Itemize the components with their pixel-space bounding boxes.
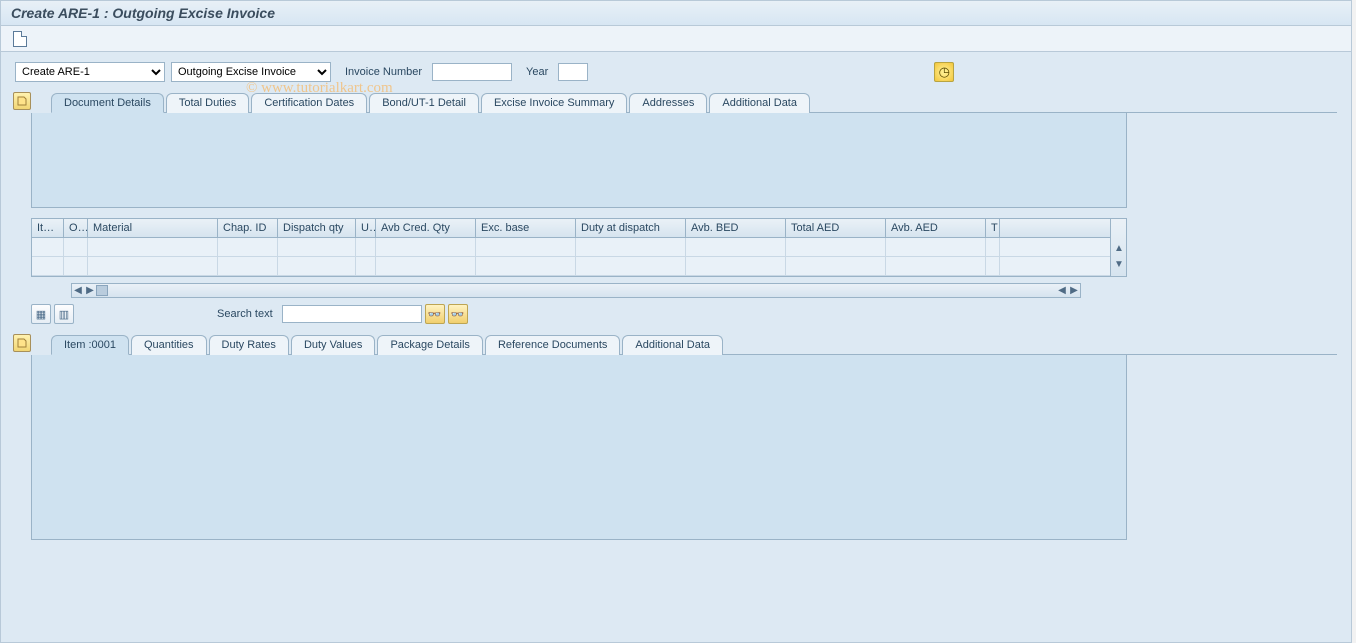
tab-addresses[interactable]: Addresses: [629, 93, 707, 113]
create-mode-select[interactable]: Create ARE-1: [15, 62, 165, 82]
new-document-icon[interactable]: [13, 31, 27, 47]
grid-toolbar: ▦ ▥ Search text 👓 👓: [31, 304, 1337, 324]
tab-duty-rates[interactable]: Duty Rates: [209, 335, 289, 355]
year-label: Year: [526, 66, 548, 78]
find-icon[interactable]: 👓: [425, 304, 445, 324]
search-input[interactable]: [282, 305, 422, 323]
tab-total-duties[interactable]: Total Duties: [166, 93, 249, 113]
scroll-up-icon[interactable]: ▲: [1114, 243, 1124, 254]
year-input[interactable]: [558, 63, 588, 81]
col-item[interactable]: Item: [32, 219, 64, 237]
col-chap-id[interactable]: Chap. ID: [218, 219, 278, 237]
items-grid[interactable]: Item OK Material Chap. ID Dispatch qty U…: [31, 218, 1127, 277]
item-tabstrip: Item :0001 Quantities Duty Rates Duty Va…: [51, 334, 1337, 355]
table-row[interactable]: [32, 257, 1126, 276]
tab-bond-ut1-detail[interactable]: Bond/UT-1 Detail: [369, 93, 479, 113]
grid-hscroll[interactable]: ◀ ▶ ◀ ▶: [71, 283, 1081, 298]
tab-reference-documents[interactable]: Reference Documents: [485, 335, 620, 355]
scroll-thumb[interactable]: [96, 285, 108, 296]
scroll-right-icon[interactable]: ▶: [1068, 285, 1080, 296]
tab-item-additional-data[interactable]: Additional Data: [622, 335, 723, 355]
find-next-icon[interactable]: 👓: [448, 304, 468, 324]
col-ok[interactable]: OK: [64, 219, 88, 237]
invoice-number-label: Invoice Number: [345, 66, 422, 78]
collapse-item-icon[interactable]: [13, 334, 31, 352]
grid-header: Item OK Material Chap. ID Dispatch qty U…: [32, 219, 1126, 238]
tab-excise-invoice-summary[interactable]: Excise Invoice Summary: [481, 93, 627, 113]
scroll-down-icon[interactable]: ▼: [1114, 259, 1124, 270]
page-title: Create ARE-1 : Outgoing Excise Invoice: [1, 1, 1351, 26]
col-avb-aed[interactable]: Avb. AED: [886, 219, 986, 237]
search-label: Search text: [217, 308, 273, 320]
col-avb-cred-qty[interactable]: Avb Cred. Qty: [376, 219, 476, 237]
tab-item-0001[interactable]: Item :0001: [51, 335, 129, 355]
invoice-number-input[interactable]: [432, 63, 512, 81]
tab-certification-dates[interactable]: Certification Dates: [251, 93, 367, 113]
select-all-icon[interactable]: ▦: [31, 304, 51, 324]
scroll-right-inner-icon[interactable]: ▶: [84, 285, 96, 296]
col-t[interactable]: T: [986, 219, 1000, 237]
execute-icon[interactable]: [934, 62, 954, 82]
filter-row: Create ARE-1 Outgoing Excise Invoice Inv…: [15, 62, 1337, 82]
tab-duty-values[interactable]: Duty Values: [291, 335, 376, 355]
tab-quantities[interactable]: Quantities: [131, 335, 207, 355]
col-exc-base[interactable]: Exc. base: [476, 219, 576, 237]
grid-vscroll[interactable]: ▲ ▼: [1110, 219, 1126, 276]
scroll-left-icon[interactable]: ◀: [72, 285, 84, 296]
header-tab-content: [31, 113, 1127, 208]
col-dispatch-qty[interactable]: Dispatch qty: [278, 219, 356, 237]
col-total-aed[interactable]: Total AED: [786, 219, 886, 237]
tab-package-details[interactable]: Package Details: [377, 335, 483, 355]
col-material[interactable]: Material: [88, 219, 218, 237]
item-section: Item :0001 Quantities Duty Rates Duty Va…: [15, 334, 1337, 540]
header-section: Document Details Total Duties Certificat…: [15, 92, 1337, 208]
item-tab-content: [31, 355, 1127, 540]
deselect-all-icon[interactable]: ▥: [54, 304, 74, 324]
grid-body: [32, 238, 1126, 276]
collapse-header-icon[interactable]: [13, 92, 31, 110]
reference-type-select[interactable]: Outgoing Excise Invoice: [171, 62, 331, 82]
header-tabstrip: Document Details Total Duties Certificat…: [51, 92, 1337, 113]
col-duty-at-dispatch[interactable]: Duty at dispatch: [576, 219, 686, 237]
tab-additional-data[interactable]: Additional Data: [709, 93, 810, 113]
scroll-left-end-icon[interactable]: ◀: [1056, 285, 1068, 296]
tab-document-details[interactable]: Document Details: [51, 93, 164, 113]
col-uom[interactable]: U...: [356, 219, 376, 237]
table-row[interactable]: [32, 238, 1126, 257]
col-avb-bed[interactable]: Avb. BED: [686, 219, 786, 237]
app-toolbar: [1, 26, 1351, 52]
